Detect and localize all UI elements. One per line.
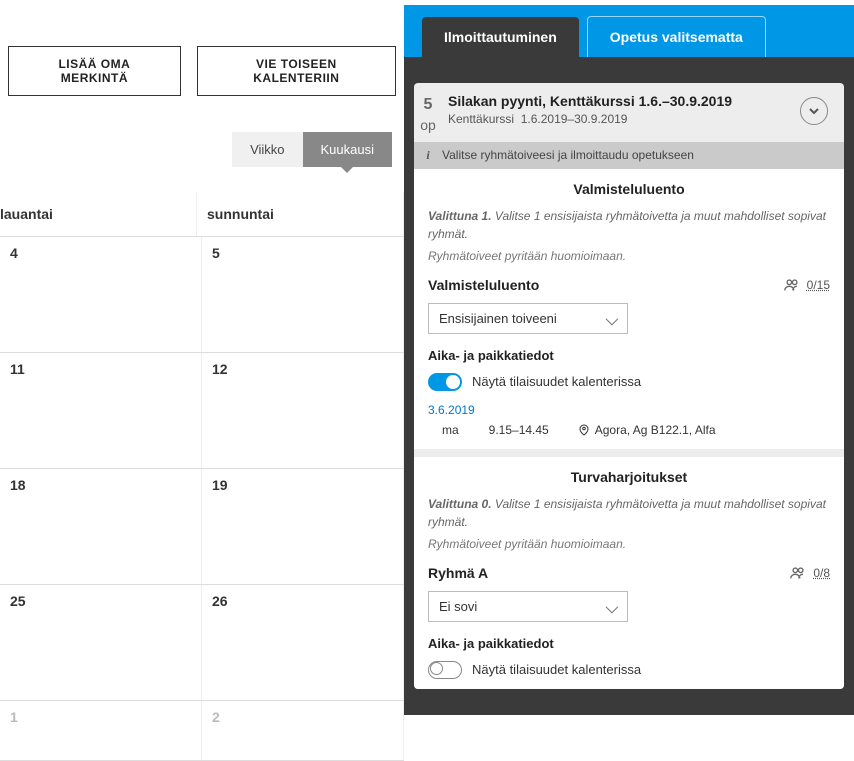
section-title: Turvaharjoitukset — [428, 469, 830, 485]
action-buttons: LISÄÄ OMA MERKINTÄ VIE TOISEEN KALENTERI… — [0, 0, 404, 96]
chevron-down-icon — [808, 105, 820, 117]
selection-note: Ryhmätoiveet pyritään huomioimaan. — [428, 537, 830, 551]
calendar-row: 18 19 — [0, 469, 404, 585]
calendar-row: 25 26 — [0, 585, 404, 701]
capacity-text: 0/15 — [807, 278, 830, 292]
priority-select[interactable]: Ei sovi — [428, 591, 628, 622]
course-titles: Silakan pyynti, Kenttäkurssi 1.6.–30.9.2… — [442, 93, 800, 134]
selection-status: Valittuna 1. Valitse 1 ensisijaista ryhm… — [428, 207, 830, 243]
tab-unselected-teaching[interactable]: Opetus valitsematta — [587, 16, 766, 57]
session-time: 9.15–14.45 — [489, 423, 549, 437]
calendar-cell[interactable]: 1 — [0, 701, 202, 760]
calendar-cell[interactable]: 26 — [202, 585, 404, 700]
info-banner: i Valitse ryhmätoiveesi ja ilmoittaudu o… — [414, 142, 844, 169]
credits-value: 5 — [414, 95, 442, 116]
location-pin-icon — [579, 424, 589, 436]
show-in-calendar-toggle[interactable] — [428, 373, 462, 391]
section-title: Valmisteluluento — [428, 181, 830, 197]
calendar-area: LISÄÄ OMA MERKINTÄ VIE TOISEEN KALENTERI… — [0, 0, 404, 715]
group-name: Valmisteluluento — [428, 277, 539, 293]
calendar-cell[interactable]: 2 — [202, 701, 404, 760]
panel-content: 5 op Silakan pyynti, Kenttäkurssi 1.6.–3… — [404, 57, 854, 689]
calendar-row: 1 2 — [0, 701, 404, 761]
info-text: Valitse ryhmätoiveesi ja ilmoittaudu ope… — [442, 148, 694, 162]
capacity: 0/8 — [789, 566, 830, 580]
group-row: Valmisteluluento 0/15 — [428, 277, 830, 293]
time-place-heading: Aika- ja paikkatiedot — [428, 636, 830, 651]
session-date[interactable]: 3.6.2019 — [428, 403, 830, 417]
month-view-button[interactable]: Kuukausi — [303, 132, 392, 167]
calendar-row: 11 12 — [0, 353, 404, 469]
session-details: ma 9.15–14.45 Agora, Ag B122.1, Alfa — [428, 423, 830, 437]
add-own-entry-button[interactable]: LISÄÄ OMA MERKINTÄ — [8, 46, 181, 96]
info-icon: i — [414, 148, 442, 163]
calendar-header: lauantai sunnuntai — [0, 192, 404, 237]
course-subtitle: Kenttäkurssi 1.6.2019–30.9.2019 — [448, 112, 800, 126]
credits-unit: op — [414, 116, 442, 134]
week-view-button[interactable]: Viikko — [232, 132, 302, 167]
day-header-sunday: sunnuntai — [197, 192, 404, 236]
view-toggle: Viikko Kuukausi — [0, 96, 404, 167]
group-row: Ryhmä A 0/8 — [428, 565, 830, 581]
calendar-cell[interactable]: 19 — [202, 469, 404, 584]
section-turvaharjoitukset: Turvaharjoitukset Valittuna 0. Valitse 1… — [414, 457, 844, 689]
time-place-heading: Aika- ja paikkatiedot — [428, 348, 830, 363]
day-header-saturday: lauantai — [0, 192, 197, 236]
calendar-cell[interactable]: 25 — [0, 585, 202, 700]
calendar-cell[interactable]: 11 — [0, 353, 202, 468]
session-day: ma — [442, 423, 459, 437]
credits: 5 op — [414, 93, 442, 134]
capacity: 0/15 — [783, 278, 830, 292]
people-icon — [783, 278, 801, 292]
selection-status: Valittuna 0. Valitse 1 ensisijaista ryhm… — [428, 495, 830, 531]
section-divider — [414, 449, 844, 457]
capacity-text: 0/8 — [813, 566, 830, 580]
show-in-calendar-toggle[interactable] — [428, 661, 462, 679]
toggle-label: Näytä tilaisuudet kalenterissa — [472, 374, 641, 389]
course-header: 5 op Silakan pyynti, Kenttäkurssi 1.6.–3… — [414, 83, 844, 142]
calendar-cell[interactable]: 12 — [202, 353, 404, 468]
show-in-calendar-toggle-row: Näytä tilaisuudet kalenterissa — [428, 661, 830, 679]
export-calendar-button[interactable]: VIE TOISEEN KALENTERIIN — [197, 46, 396, 96]
tab-enrollment[interactable]: Ilmoittautuminen — [422, 17, 579, 57]
tab-bar: Ilmoittautuminen Opetus valitsematta — [404, 5, 854, 57]
section-valmisteluluento: Valmisteluluento Valittuna 1. Valitse 1 … — [414, 169, 844, 449]
expand-toggle[interactable] — [800, 97, 828, 125]
calendar-cell[interactable]: 4 — [0, 237, 202, 352]
calendar-cell[interactable]: 18 — [0, 469, 202, 584]
priority-select[interactable]: Ensisijainen toiveeni — [428, 303, 628, 334]
calendar-row: 4 5 — [0, 237, 404, 353]
enrollment-panel: Ilmoittautuminen Opetus valitsematta 5 o… — [404, 5, 854, 715]
session-location: Agora, Ag B122.1, Alfa — [579, 423, 716, 437]
toggle-label: Näytä tilaisuudet kalenterissa — [472, 662, 641, 677]
people-icon — [789, 566, 807, 580]
course-card: 5 op Silakan pyynti, Kenttäkurssi 1.6.–3… — [414, 83, 844, 689]
calendar-cell[interactable]: 5 — [202, 237, 404, 352]
course-title: Silakan pyynti, Kenttäkurssi 1.6.–30.9.2… — [448, 93, 800, 109]
group-name: Ryhmä A — [428, 565, 488, 581]
selection-note: Ryhmätoiveet pyritään huomioimaan. — [428, 249, 830, 263]
show-in-calendar-toggle-row: Näytä tilaisuudet kalenterissa — [428, 373, 830, 391]
